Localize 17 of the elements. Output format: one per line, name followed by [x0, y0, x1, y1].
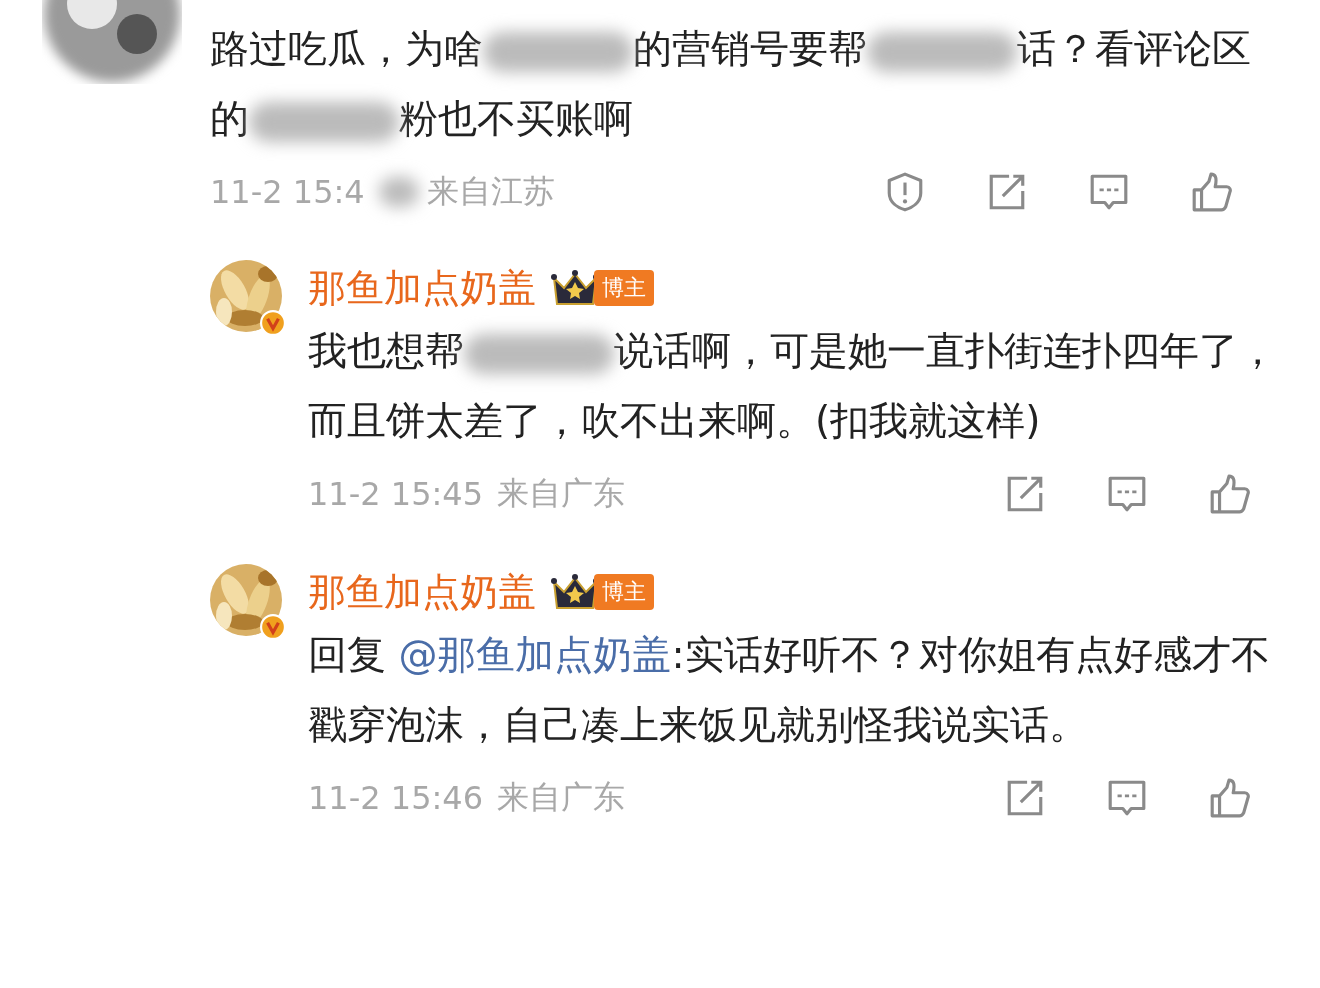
thumbs-up-icon[interactable] [1208, 777, 1250, 819]
comment-text: 路过吃瓜，为啥 的营销号要帮 话？看评论区的 粉也不买账啊 [210, 25, 1252, 144]
comment-text: 我也想帮 说话啊，可是她一直扑街连扑四年了，而且饼太差了，吹不出来啊。(扣我就这样) [308, 327, 1278, 445]
comment-location: 来自江苏 [426, 171, 555, 212]
blogger-badge: 博主 [594, 270, 654, 306]
author-name[interactable]: 那鱼加点奶盖 [308, 566, 536, 618]
thumbs-up-icon[interactable] [1190, 171, 1232, 213]
comment-location: 来自广东 [497, 473, 625, 514]
comment-time: 11-2 15:46 [308, 779, 483, 817]
comment-text: 回复 @那鱼加点奶盖:实话好听不？对你姐有点好感才不戳穿泡沫，自己凑上来饭见就别怪我说实话。 [308, 631, 1271, 749]
comment-time: 11-2 15:4 [210, 173, 365, 211]
blogger-badge: 博主 [594, 574, 654, 610]
author-name[interactable]: 那鱼加点奶盖 [308, 262, 536, 314]
comment-time: 11-2 15:45 [308, 475, 483, 513]
comment-location: 来自广东 [497, 777, 625, 818]
mention-link[interactable]: @那鱼加点奶盖 [398, 632, 672, 677]
thumbs-up-icon[interactable] [1208, 473, 1250, 515]
